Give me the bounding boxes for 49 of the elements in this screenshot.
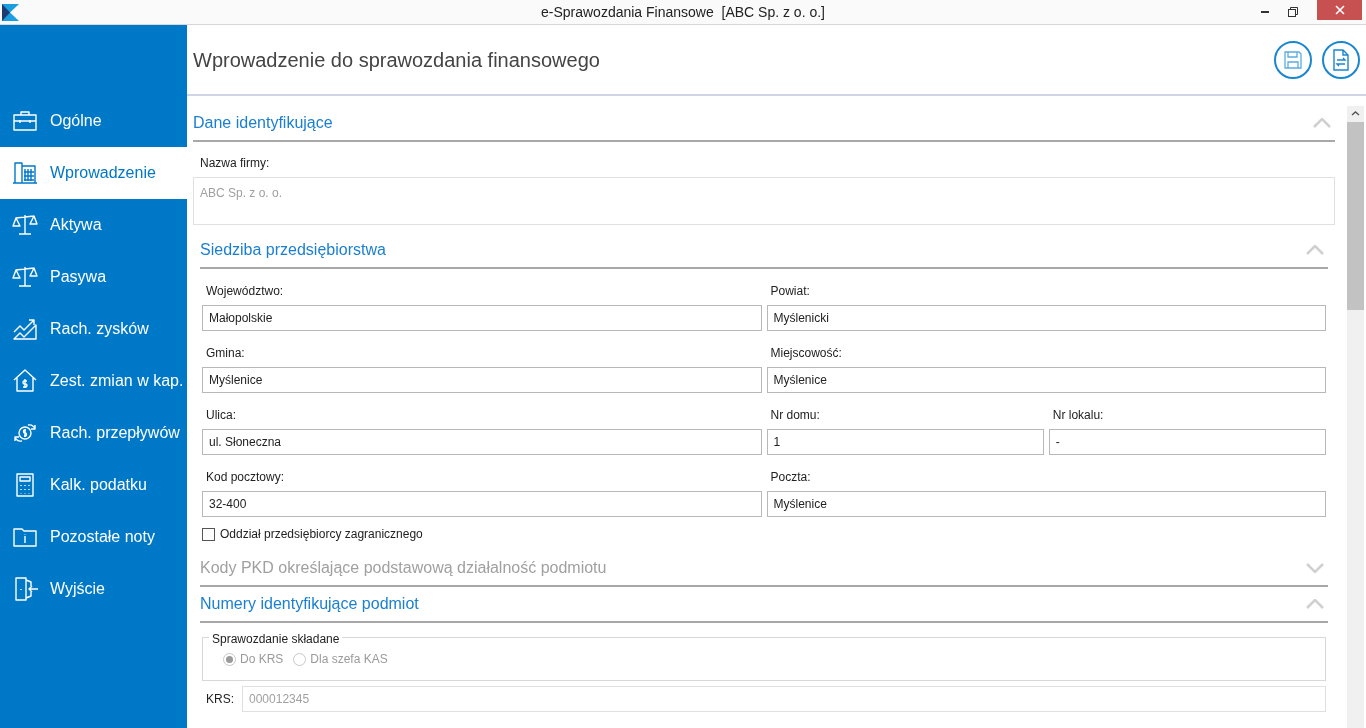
restore-icon: [1288, 7, 1298, 17]
input-field[interactable]: Małopolskie: [202, 305, 762, 331]
input-field[interactable]: 1: [766, 429, 1044, 455]
exit-door-icon: [12, 576, 38, 602]
checkbox-label: Oddział przedsiębiorcy zagranicznego: [220, 526, 423, 543]
field-label: Nr domu:: [769, 407, 821, 424]
chevron-up-icon[interactable]: [1313, 118, 1331, 128]
field-label: Gmina:: [205, 345, 246, 362]
sidebar-item[interactable]: Wprowadzenie: [0, 147, 187, 199]
field-label: Kod pocztowy:: [205, 469, 286, 486]
field-label: Powiat:: [769, 283, 811, 300]
section-header[interactable]: Kody PKD określające podstawową działalność podmiotu: [200, 551, 1328, 587]
file-arrows-icon: [1331, 48, 1351, 71]
field-label: KRS:: [205, 691, 234, 708]
briefcase-icon: [12, 108, 38, 134]
input-field[interactable]: -: [1048, 429, 1326, 455]
scales-icon: [12, 212, 38, 238]
close-icon: [1334, 5, 1345, 15]
app-logo-icon: [2, 3, 19, 21]
field-label: Miejscowość:: [769, 345, 843, 362]
section-header[interactable]: Dane identyfikujące: [193, 106, 1335, 142]
checkbox[interactable]: [202, 527, 215, 541]
input-field[interactable]: Myślenicki: [766, 305, 1326, 331]
close-button[interactable]: [1317, 0, 1362, 20]
trend-chart-icon: [12, 316, 38, 342]
chevron-down-icon[interactable]: [1306, 563, 1324, 573]
house-dollar-icon: [12, 368, 38, 394]
window-title: e-Sprawozdania Finansowe [ABC Sp. z o. o.]: [539, 2, 826, 22]
chevron-up-icon[interactable]: [1306, 599, 1324, 609]
save-button[interactable]: [1274, 40, 1312, 79]
file-exchange-button[interactable]: [1322, 40, 1360, 79]
field-label: Nr lokalu:: [1051, 407, 1105, 424]
section-header[interactable]: Numery identyfikujące podmiot: [200, 587, 1328, 623]
input-field[interactable]: Myślenice: [766, 367, 1326, 393]
input-field[interactable]: 32-400: [202, 491, 762, 517]
scrollbar[interactable]: [1347, 106, 1364, 728]
building-icon: [12, 160, 38, 186]
input-field[interactable]: Myślenice: [766, 491, 1326, 517]
field-label: Nazwa firmy:: [199, 155, 271, 172]
field-label: Poczta:: [769, 469, 812, 486]
input-field[interactable]: Myślenice: [202, 367, 762, 393]
scales-icon: [12, 264, 38, 290]
field-label: Województwo:: [205, 283, 285, 300]
chevron-up-icon[interactable]: [1306, 245, 1324, 255]
field-label: Ulica:: [205, 407, 237, 424]
section-header[interactable]: Siedziba przedsiębiorstwa: [200, 233, 1328, 269]
input-field[interactable]: ul. Słoneczna: [202, 429, 762, 455]
save-icon: [1283, 49, 1303, 70]
page-title: Wprowadzenie do sprawozdania finansowego: [193, 47, 600, 73]
